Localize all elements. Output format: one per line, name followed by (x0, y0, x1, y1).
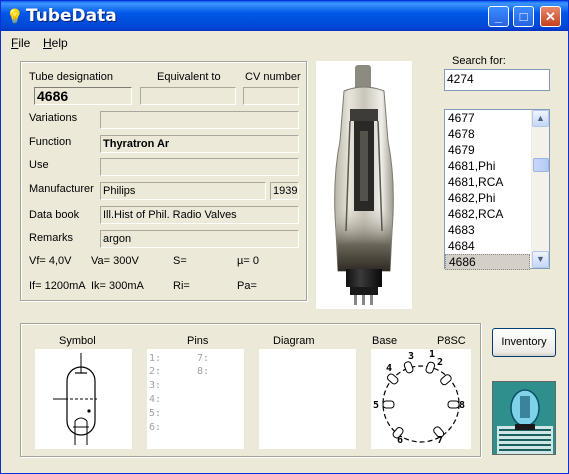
equivalent-to-label: Equivalent to (157, 71, 221, 83)
year-field[interactable]: 1939 (270, 182, 299, 200)
base-pin-6: 6 (397, 435, 404, 446)
data-book-label: Data book (29, 209, 80, 221)
function-field[interactable]: Thyratron Ar (100, 135, 299, 153)
close-button[interactable]: ✕ (540, 6, 561, 27)
search-label: Search for: (452, 55, 506, 67)
scroll-up-icon[interactable]: ▲ (532, 110, 549, 127)
base-panel: 1 3 2 4 5 6 7 8 (371, 349, 471, 449)
minimize-icon: _ (494, 9, 503, 24)
pin-2: 2: (149, 366, 162, 377)
base-label: Base (372, 335, 398, 347)
diagram-label: Diagram (273, 335, 315, 347)
base-code: P8SC (437, 335, 466, 347)
pin-5: 5: (149, 408, 162, 419)
tube-photo (316, 61, 412, 309)
list-item[interactable]: 4682,RCA (445, 206, 530, 222)
variations-label: Variations (29, 112, 78, 124)
tube-designation-label: Tube designation (29, 71, 113, 83)
if-value: If= 1200mA (29, 280, 86, 292)
function-label: Function (29, 136, 72, 148)
list-item[interactable]: 4684 (445, 238, 530, 254)
thyratron-symbol (53, 353, 97, 445)
remarks-label: Remarks (29, 232, 74, 244)
symbol-label: Symbol (59, 335, 96, 347)
base-pin-4: 4 (386, 363, 393, 374)
list-item-selected[interactable]: 4686 (445, 254, 530, 270)
base-pin-3: 3 (408, 351, 415, 362)
pin-4: 4: (149, 394, 162, 405)
list-item[interactable]: 4679 (445, 142, 530, 158)
bulb-icon: 💡 (6, 8, 24, 24)
use-field[interactable] (100, 158, 299, 176)
equivalent-to-field[interactable] (140, 87, 236, 105)
search-input[interactable]: 4274 (444, 69, 550, 91)
minimize-button[interactable]: _ (488, 6, 509, 27)
window-title: TubeData (26, 6, 117, 26)
cv-number-field[interactable] (243, 87, 299, 105)
list-item[interactable]: 4683 (445, 222, 530, 238)
title-bar[interactable]: 💡 TubeData _ □ ✕ (1, 1, 568, 31)
diagram-panel (259, 349, 356, 449)
use-label: Use (29, 159, 49, 171)
base-pin-1: 1 (429, 349, 436, 360)
symbol-panel (35, 349, 132, 449)
list-item[interactable]: 4677 (445, 110, 530, 126)
maximize-icon: □ (519, 9, 528, 24)
app-logo (492, 381, 556, 455)
app-window: 💡 TubeData _ □ ✕ File Help Tube designat… (0, 0, 569, 474)
pin-1: 1: (149, 353, 162, 364)
list-item[interactable]: 4682,Phi (445, 190, 530, 206)
tube-listbox[interactable]: 4677 4678 4679 4681,Phi 4681,RCA 4682,Ph… (444, 109, 550, 270)
vf-value: Vf= 4,0V (29, 255, 72, 267)
data-book-field[interactable]: Ill.Hist of Phil. Radio Valves (100, 206, 299, 224)
scroll-thumb[interactable] (533, 158, 549, 172)
base-pin-2: 2 (437, 357, 444, 368)
ri-value: Ri= (173, 280, 190, 292)
menu-bar: File Help (1, 32, 568, 53)
s-value: S= (173, 255, 187, 267)
cv-number-label: CV number (245, 71, 301, 83)
maximize-button[interactable]: □ (513, 6, 534, 27)
base-pin-5: 5 (373, 400, 380, 411)
pins-panel: 1: 2: 3: 4: 5: 6: 7: 8: (147, 349, 244, 449)
list-scrollbar[interactable]: ▲ ▼ (531, 110, 549, 268)
ik-value: Ik= 300mA (91, 280, 144, 292)
variations-field[interactable] (100, 111, 299, 129)
menu-help[interactable]: Help (43, 36, 68, 50)
menu-file[interactable]: File (11, 36, 30, 50)
va-value: Va= 300V (91, 255, 139, 267)
pins-label: Pins (187, 335, 209, 347)
list-item[interactable]: 4678 (445, 126, 530, 142)
tube-designation-field[interactable]: 4686 (34, 87, 132, 105)
base-pin-8: 8 (459, 400, 466, 411)
pin-7: 7: (197, 353, 210, 364)
list-items: 4677 4678 4679 4681,Phi 4681,RCA 4682,Ph… (445, 110, 530, 270)
pin-8: 8: (197, 366, 210, 377)
pin-3: 3: (149, 380, 162, 391)
scroll-down-icon[interactable]: ▼ (532, 251, 549, 268)
pa-value: Pa= (237, 280, 257, 292)
list-item[interactable]: 4681,RCA (445, 174, 530, 190)
pin-6: 6: (149, 422, 162, 433)
manufacturer-label: Manufacturer (29, 183, 94, 195)
base-pin-7: 7 (437, 435, 444, 446)
close-icon: ✕ (545, 9, 556, 24)
list-item[interactable]: 4681,Phi (445, 158, 530, 174)
manufacturer-field[interactable]: Philips (100, 182, 266, 200)
mu-value: µ= 0 (237, 255, 259, 267)
inventory-button[interactable]: Inventory (492, 328, 556, 357)
remarks-field[interactable]: argon (100, 230, 299, 248)
